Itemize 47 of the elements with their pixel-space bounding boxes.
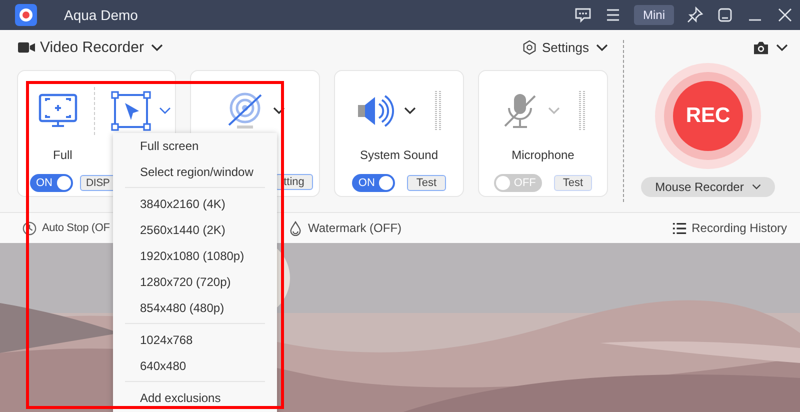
card-button[interactable]: DISP <box>80 175 116 191</box>
chevron-down-icon[interactable] <box>776 44 788 52</box>
close-icon[interactable] <box>776 6 794 24</box>
menu-item[interactable]: Add exclusions <box>113 385 277 411</box>
record-button[interactable]: REC <box>673 81 743 151</box>
source-label: Full <box>53 148 72 163</box>
menu-item[interactable]: 1024x768 <box>113 327 277 353</box>
chevron-down-icon[interactable] <box>273 106 285 114</box>
recording-history-link[interactable]: Recording History <box>692 221 787 235</box>
menu-item[interactable]: Select region/window <box>113 159 277 185</box>
chevron-down-icon[interactable] <box>404 106 416 114</box>
watermark-label[interactable]: Watermark (OFF) <box>308 221 402 235</box>
menu-item[interactable]: 1920x1080 (1080p) <box>113 243 277 269</box>
volume-meter-icon <box>578 90 586 130</box>
source-label: Microphone <box>512 148 574 163</box>
chevron-down-icon[interactable] <box>752 184 761 190</box>
settings-icon[interactable] <box>522 40 538 55</box>
app-logo-icon <box>15 4 37 26</box>
toggle-switch[interactable]: ON <box>352 174 396 192</box>
auto-stop-label[interactable]: Auto Stop (OF <box>42 222 110 234</box>
feedback-icon[interactable] <box>574 6 592 24</box>
window-title: Aqua Demo <box>64 7 138 23</box>
menu-item[interactable]: Full screen <box>113 133 277 159</box>
restore-icon[interactable] <box>716 6 734 24</box>
clock-icon[interactable] <box>22 220 37 236</box>
settings-label[interactable]: Settings <box>542 40 589 55</box>
chevron-down-icon[interactable] <box>150 44 163 52</box>
volume-meter-icon <box>434 90 442 130</box>
card-button[interactable]: Test <box>407 175 446 191</box>
region-select-icon[interactable] <box>111 90 151 130</box>
menu-item[interactable]: 3840x2160 (4K) <box>113 191 277 217</box>
card-button[interactable]: Test <box>554 175 592 191</box>
droplet-icon[interactable] <box>288 220 303 236</box>
list-icon[interactable] <box>672 220 687 236</box>
menu-item[interactable]: 1280x720 (720p) <box>113 269 277 295</box>
source-label: System Sound <box>360 148 438 163</box>
menu-item[interactable]: 854x480 (480p) <box>113 295 277 321</box>
camera-icon[interactable] <box>753 41 769 55</box>
chevron-down-icon[interactable] <box>596 44 608 52</box>
mode-selector[interactable]: Video Recorder <box>40 39 144 56</box>
mouse-recorder-dropdown[interactable]: Mouse Recorder <box>641 177 775 197</box>
menu-item[interactable]: 640x480 <box>113 353 277 379</box>
menu-item[interactable]: 2560x1440 (2K) <box>113 217 277 243</box>
toggle-switch[interactable]: ON <box>30 174 73 192</box>
video-camera-icon <box>18 41 35 54</box>
pin-icon[interactable] <box>686 6 704 24</box>
mini-button[interactable]: Mini <box>634 5 674 25</box>
